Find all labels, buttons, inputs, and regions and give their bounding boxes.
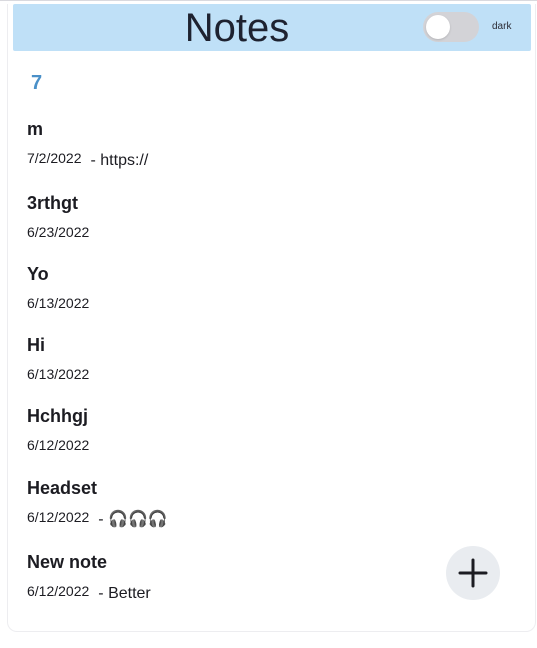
note-title: Hchhgj (27, 406, 88, 426)
plus-icon (458, 558, 488, 588)
note-meta: 7/2/2022 - https:// (27, 150, 148, 171)
note-preview: - https:// (90, 152, 149, 169)
note-meta: 6/12/2022 - Better (27, 583, 151, 604)
note-preview: - 🎧🎧🎧 (98, 511, 168, 528)
note-meta: 6/13/2022 (27, 366, 89, 382)
notes-panel (7, 4, 536, 632)
note-meta: 6/13/2022 (27, 295, 89, 311)
note-title: 3rthgt (27, 193, 78, 213)
note-date: 6/12/2022 (27, 583, 90, 599)
note-meta: 6/12/2022 (27, 437, 89, 453)
add-note-button[interactable] (446, 546, 500, 600)
note-title: Hi (27, 335, 45, 355)
note-meta: 6/23/2022 (27, 224, 89, 240)
note-preview: - Better (98, 585, 151, 602)
note-date: 6/12/2022 (27, 437, 90, 453)
top-border (0, 0, 537, 1)
dark-mode-label: dark (492, 21, 512, 32)
note-meta: 6/12/2022 - 🎧🎧🎧 (27, 509, 168, 530)
note-date: 6/12/2022 (27, 509, 90, 525)
note-date: 6/13/2022 (27, 295, 90, 311)
dark-mode-toggle[interactable] (423, 12, 479, 42)
toggle-knob (426, 15, 450, 39)
app-title: Notes (184, 6, 290, 50)
note-title: m (27, 119, 44, 139)
notes-count: 7 (31, 72, 43, 94)
note-date: 6/23/2022 (27, 224, 90, 240)
note-title: Headset (27, 478, 98, 498)
note-date: 7/2/2022 (27, 150, 82, 166)
app-header: Notes dark (13, 4, 531, 51)
note-date: 6/13/2022 (27, 366, 90, 382)
note-title: New note (27, 552, 108, 572)
note-title: Yo (27, 264, 49, 284)
